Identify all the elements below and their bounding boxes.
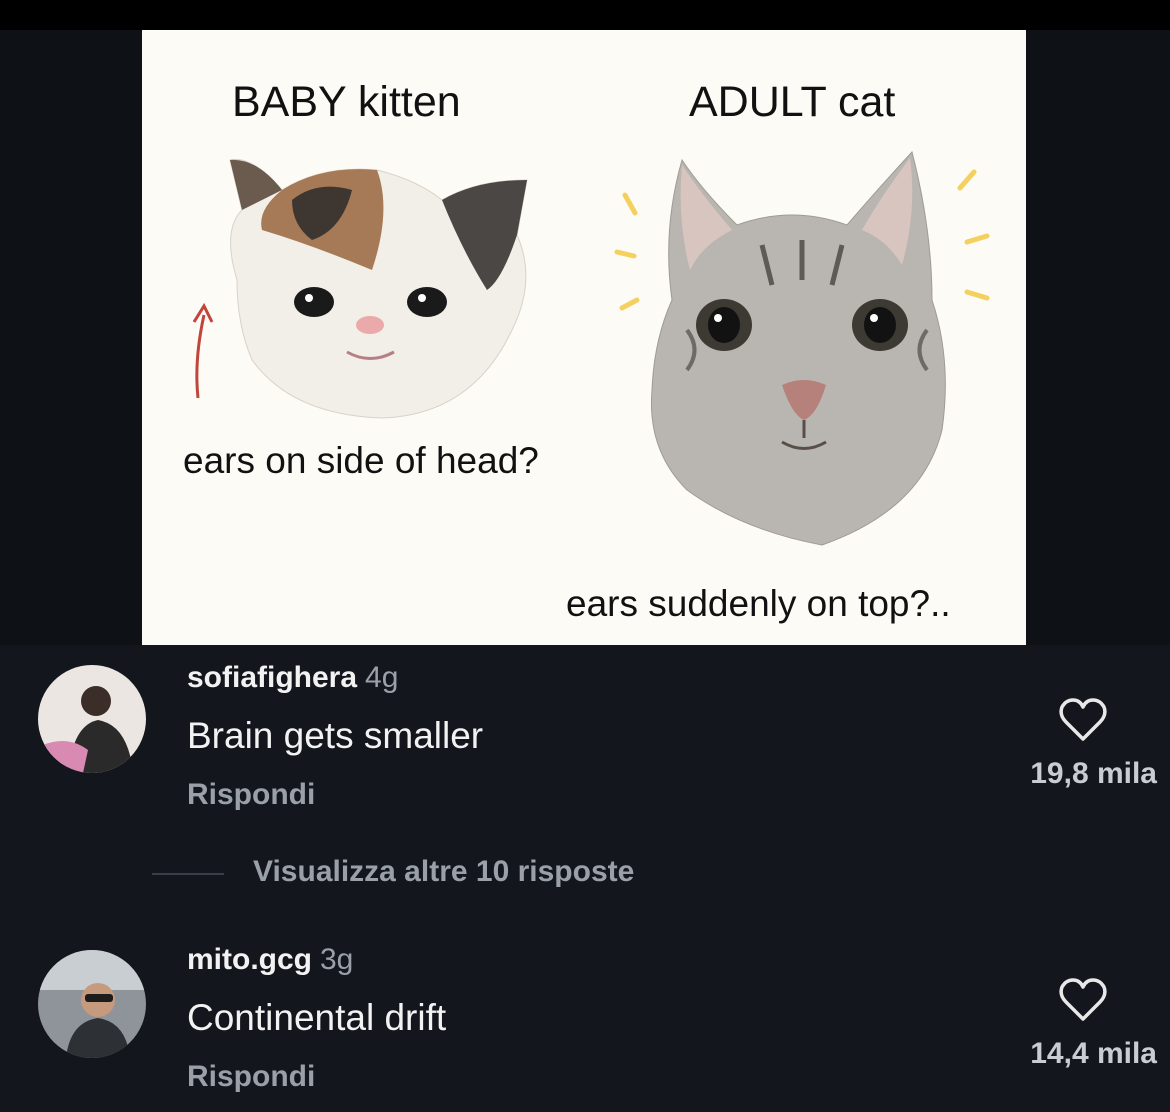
comment-item: sofiafighera 4g Brain gets smaller Rispon… [0,645,1170,845]
like-count: 19,8 mila [1030,757,1157,790]
comment-text: Continental drift [187,997,447,1038]
post-image: BABY kitten ADULT cat ears on side of he… [142,30,1026,645]
replies-divider [152,873,224,875]
top-bar [0,0,1170,30]
left-margin [0,30,142,645]
adult-cat-caption: ADULT cat [689,78,896,126]
comment-username[interactable]: sofiafighera 4g [187,661,398,695]
baby-kitten-caption: BABY kitten [232,78,461,126]
comment-age: 3g [320,943,354,976]
heart-outline-icon[interactable] [1058,697,1108,743]
reply-button[interactable]: Rispondi [187,778,315,812]
side-ears-caption: ears on side of head? [183,440,539,481]
reply-button[interactable]: Rispondi [187,1060,315,1094]
comment-age: 4g [365,661,399,694]
avatar[interactable] [38,950,146,1058]
comment-username[interactable]: mito.gcg 3g [187,943,353,977]
username-text[interactable]: mito.gcg [187,943,312,976]
comments-screen: BABY kitten ADULT cat ears on side of he… [0,0,1170,1112]
cat-head-illustration [650,150,946,546]
username-text[interactable]: sofiafighera [187,661,357,694]
top-ears-caption: ears suddenly on top?.. [566,583,951,624]
kitten-head-illustration [229,158,528,419]
view-more-replies-button[interactable]: Visualizza altre 10 risposte [253,855,634,889]
heart-outline-icon[interactable] [1058,977,1108,1023]
comment-text: Brain gets smaller [187,715,484,756]
like-count: 14,4 mila [1030,1037,1157,1070]
red-arrow [195,314,206,399]
comment-item: mito.gcg 3g Continental drift Rispondi 14… [0,925,1170,1112]
right-margin [1026,30,1170,645]
avatar[interactable] [38,665,146,773]
